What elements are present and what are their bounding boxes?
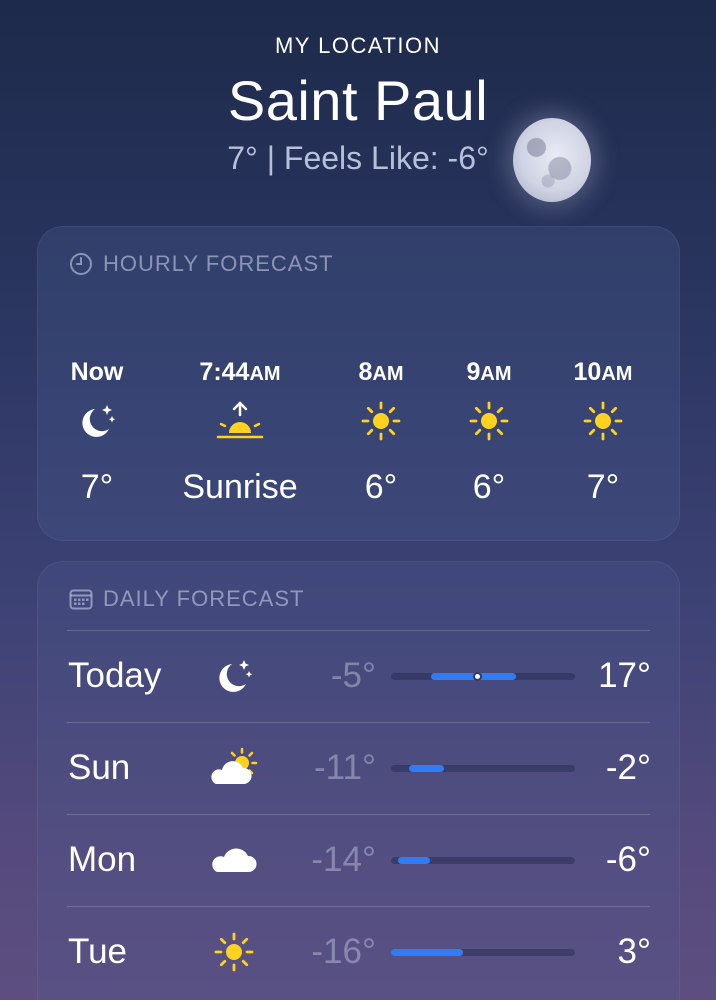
hourly-item: 10AM 7° xyxy=(528,355,678,511)
temperature-range-bar xyxy=(391,857,575,864)
temperature-range-fill xyxy=(398,857,430,864)
day-name: Tue xyxy=(68,932,128,971)
current-temp-feels-like: 7° | Feels Like: -6° xyxy=(227,140,489,176)
hourly-forecast-card[interactable]: HOURLY FORECAST Now 7° 7:44AM Sunrise 8A… xyxy=(37,226,680,541)
hour-temperature: 7° xyxy=(80,468,114,506)
daily-forecast-header: DAILY FORECAST xyxy=(69,584,304,614)
low-temperature: -14° xyxy=(311,840,376,879)
hour-time: Now xyxy=(70,358,124,386)
sun-icon xyxy=(203,926,265,978)
moon-icon xyxy=(513,118,591,202)
low-temperature: -5° xyxy=(330,656,376,695)
sun-icon xyxy=(528,389,678,453)
hourly-forecast-header: HOURLY FORECAST xyxy=(69,249,334,279)
low-temperature: -11° xyxy=(314,748,376,787)
day-name: Mon xyxy=(68,840,137,879)
cloud-icon xyxy=(203,834,265,886)
temperature-range-bar xyxy=(391,765,575,772)
day-row[interactable]: Mon -14° -6° xyxy=(38,814,681,906)
day-name: Today xyxy=(68,656,162,695)
day-row[interactable]: Today -5° 17° xyxy=(38,630,681,722)
partly-cloudy-icon xyxy=(203,742,265,794)
hour-temperature: Sunrise xyxy=(182,468,298,506)
temperature-range-bar xyxy=(391,949,575,956)
temperature-range-fill xyxy=(391,949,463,956)
location-label: MY LOCATION xyxy=(274,33,442,58)
current-temperature-dot xyxy=(472,672,482,681)
day-name: Sun xyxy=(68,748,131,787)
hour-time: 10AM xyxy=(573,358,633,386)
high-temperature: -2° xyxy=(605,748,651,787)
location-header: MY LOCATION Saint Paul 7° | Feels Like: … xyxy=(0,0,716,215)
moon-stars-icon xyxy=(22,389,172,453)
clock-icon xyxy=(69,252,93,276)
day-row[interactable]: Tue -16° 3° xyxy=(38,906,681,998)
temperature-range-fill xyxy=(409,765,445,772)
high-temperature: 3° xyxy=(617,932,651,971)
day-row[interactable]: Sun -11° -2° xyxy=(38,722,681,814)
moon-stars-icon xyxy=(203,650,265,702)
hourly-forecast-title: HOURLY FORECAST xyxy=(103,251,334,276)
daily-forecast-card[interactable]: DAILY FORECAST Today -5° 17° Sun -11° -2… xyxy=(37,561,680,1000)
hourly-item: 7:44AM Sunrise xyxy=(165,355,315,511)
daily-forecast-title: DAILY FORECAST xyxy=(103,586,305,611)
sunrise-icon xyxy=(165,389,315,453)
temperature-range-bar xyxy=(391,672,575,681)
city-name: Saint Paul xyxy=(227,69,489,132)
hourly-item: Now 7° xyxy=(22,355,172,511)
low-temperature: -16° xyxy=(311,932,376,971)
hour-temperature: 7° xyxy=(586,468,620,506)
high-temperature: 17° xyxy=(598,656,651,695)
calendar-icon xyxy=(69,588,93,610)
high-temperature: -6° xyxy=(605,840,651,879)
hour-time: 7:44AM xyxy=(199,358,281,386)
